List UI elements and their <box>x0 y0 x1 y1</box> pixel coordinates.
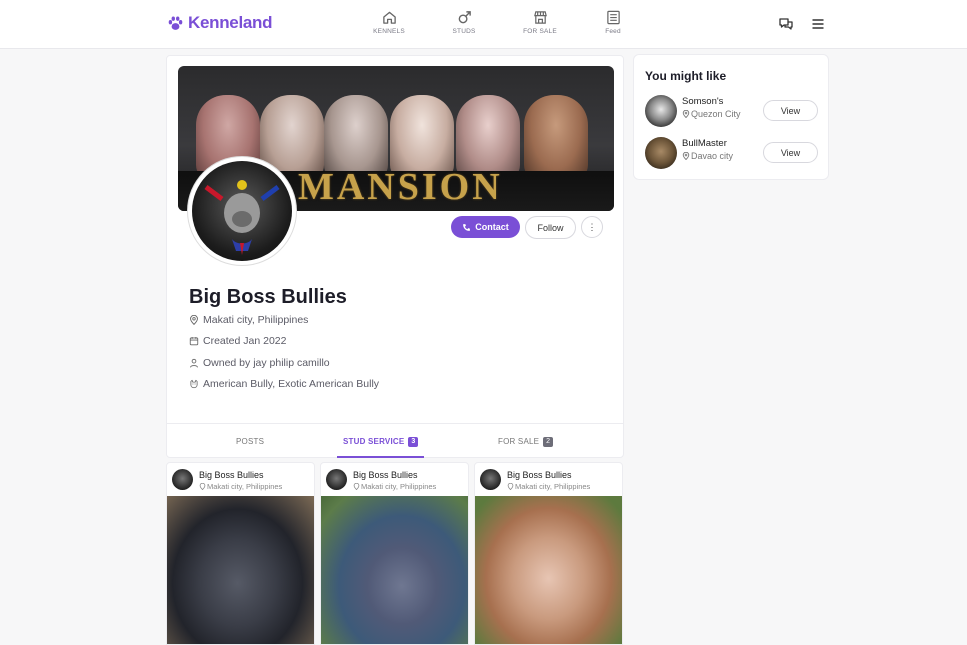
calendar-icon <box>189 336 199 346</box>
suggestions-title: You might like <box>645 69 727 83</box>
kennel-location: Makati city, Philippines <box>189 314 308 326</box>
cover-title: MANSION <box>298 166 503 208</box>
kennel-avatar <box>188 157 296 265</box>
home-icon <box>382 11 396 24</box>
kennel-owner: Owned by jay philip camillo <box>189 357 330 369</box>
card-title: Big Boss Bullies <box>507 470 572 480</box>
map-pin-icon <box>682 152 690 160</box>
card-location: Makati city, Philippines <box>507 482 590 491</box>
created-text: Created Jan 2022 <box>203 335 287 347</box>
nav-kennels[interactable]: KENNELS <box>359 10 419 35</box>
tab-stud-service[interactable]: STUD SERVICE 3 <box>336 424 425 459</box>
contact-button[interactable]: Contact <box>451 216 520 238</box>
brand-logo[interactable]: Kenneland <box>167 13 273 33</box>
suggestion-item: BullMaster Davao city View <box>645 137 820 169</box>
nav-for-sale[interactable]: FOR SALE <box>510 10 570 35</box>
breeds-text: American Bully, Exotic American Bully <box>203 378 380 390</box>
contact-label: Contact <box>475 222 509 232</box>
map-pin-icon <box>353 483 360 490</box>
map-pin-icon <box>190 315 198 325</box>
male-icon <box>458 11 471 24</box>
stud-card[interactable]: Big Boss Bullies Makati city, Philippine… <box>474 462 623 645</box>
tab-posts[interactable]: POSTS <box>236 424 264 459</box>
suggestions-panel: You might like Somson's Quezon City View… <box>633 54 829 180</box>
kennel-breeds: American Bully, Exotic American Bully <box>189 378 379 390</box>
store-icon <box>533 11 547 24</box>
suggestion-city: Quezon City <box>682 109 741 119</box>
stud-photo[interactable] <box>475 496 622 644</box>
stud-photo[interactable] <box>167 496 314 644</box>
kennel-name: Big Boss Bullies <box>189 286 347 308</box>
tab-label: POSTS <box>236 437 265 446</box>
card-location: Makati city, Philippines <box>353 482 436 491</box>
suggestion-item: Somson's Quezon City View <box>645 95 820 127</box>
brand-name: Kenneland <box>188 13 273 32</box>
city-text: Quezon City <box>691 109 741 119</box>
card-title: Big Boss Bullies <box>199 470 264 480</box>
tab-label: STUD SERVICE <box>343 437 405 446</box>
stud-photo[interactable] <box>321 496 468 644</box>
nav-label: Feed <box>605 28 621 35</box>
nav-feed[interactable]: Feed <box>583 10 643 35</box>
avatar[interactable] <box>645 137 677 169</box>
nav-label: KENNELS <box>373 28 405 35</box>
profile-tabs: POSTS STUD SERVICE 3 FOR SALE 2 <box>167 423 623 458</box>
owner-text: Owned by jay philip camillo <box>203 357 330 369</box>
card-header: Big Boss Bullies Makati city, Philippine… <box>321 463 468 496</box>
stud-card[interactable]: Big Boss Bullies Makati city, Philippine… <box>166 462 315 645</box>
count-badge: 2 <box>543 436 554 447</box>
phone-icon <box>463 223 471 231</box>
nav-label: STUDS <box>452 28 476 35</box>
chat-icon[interactable] <box>778 16 794 32</box>
follow-button[interactable]: Follow <box>525 216 576 239</box>
location-text: Makati city, Philippines <box>203 314 309 326</box>
more-options-button[interactable]: ⋮ <box>581 216 603 238</box>
newspaper-icon <box>606 10 620 25</box>
avatar <box>172 469 193 490</box>
nav-studs[interactable]: STUDS <box>434 10 494 35</box>
avatar[interactable] <box>645 95 677 127</box>
menu-icon[interactable] <box>810 16 826 32</box>
suggestion-name[interactable]: BullMaster <box>682 138 727 149</box>
avatar <box>480 469 501 490</box>
user-icon <box>190 358 198 368</box>
card-title: Big Boss Bullies <box>353 470 418 480</box>
city-text: Davao city <box>691 151 734 161</box>
map-pin-icon <box>507 483 514 490</box>
suggestion-name[interactable]: Somson's <box>682 96 723 107</box>
location-text: Makati city, Philippines <box>515 482 591 491</box>
card-header: Big Boss Bullies Makati city, Philippine… <box>167 463 314 496</box>
view-button[interactable]: View <box>763 100 818 121</box>
top-navbar: Kenneland KENNELS STUDS FOR SALE Feed <box>0 0 967 49</box>
location-text: Makati city, Philippines <box>207 482 283 491</box>
tab-label: FOR SALE <box>498 437 540 446</box>
location-text: Makati city, Philippines <box>361 482 437 491</box>
dog-icon <box>190 379 198 389</box>
count-badge: 3 <box>408 436 419 447</box>
tab-for-sale[interactable]: FOR SALE 2 <box>498 424 554 459</box>
suggestion-city: Davao city <box>682 151 733 161</box>
card-location: Makati city, Philippines <box>199 482 282 491</box>
nav-label: FOR SALE <box>523 28 557 35</box>
avatar <box>326 469 347 490</box>
kennel-created: Created Jan 2022 <box>189 335 286 347</box>
kennel-profile-card: MANSION Contact Follow ⋮ Big Boss Bullie… <box>166 55 624 458</box>
view-button[interactable]: View <box>763 142 818 163</box>
card-header: Big Boss Bullies Makati city, Philippine… <box>475 463 622 496</box>
stud-card[interactable]: Big Boss Bullies Makati city, Philippine… <box>320 462 469 645</box>
map-pin-icon <box>199 483 206 490</box>
map-pin-icon <box>682 110 690 118</box>
paw-icon <box>168 15 183 30</box>
